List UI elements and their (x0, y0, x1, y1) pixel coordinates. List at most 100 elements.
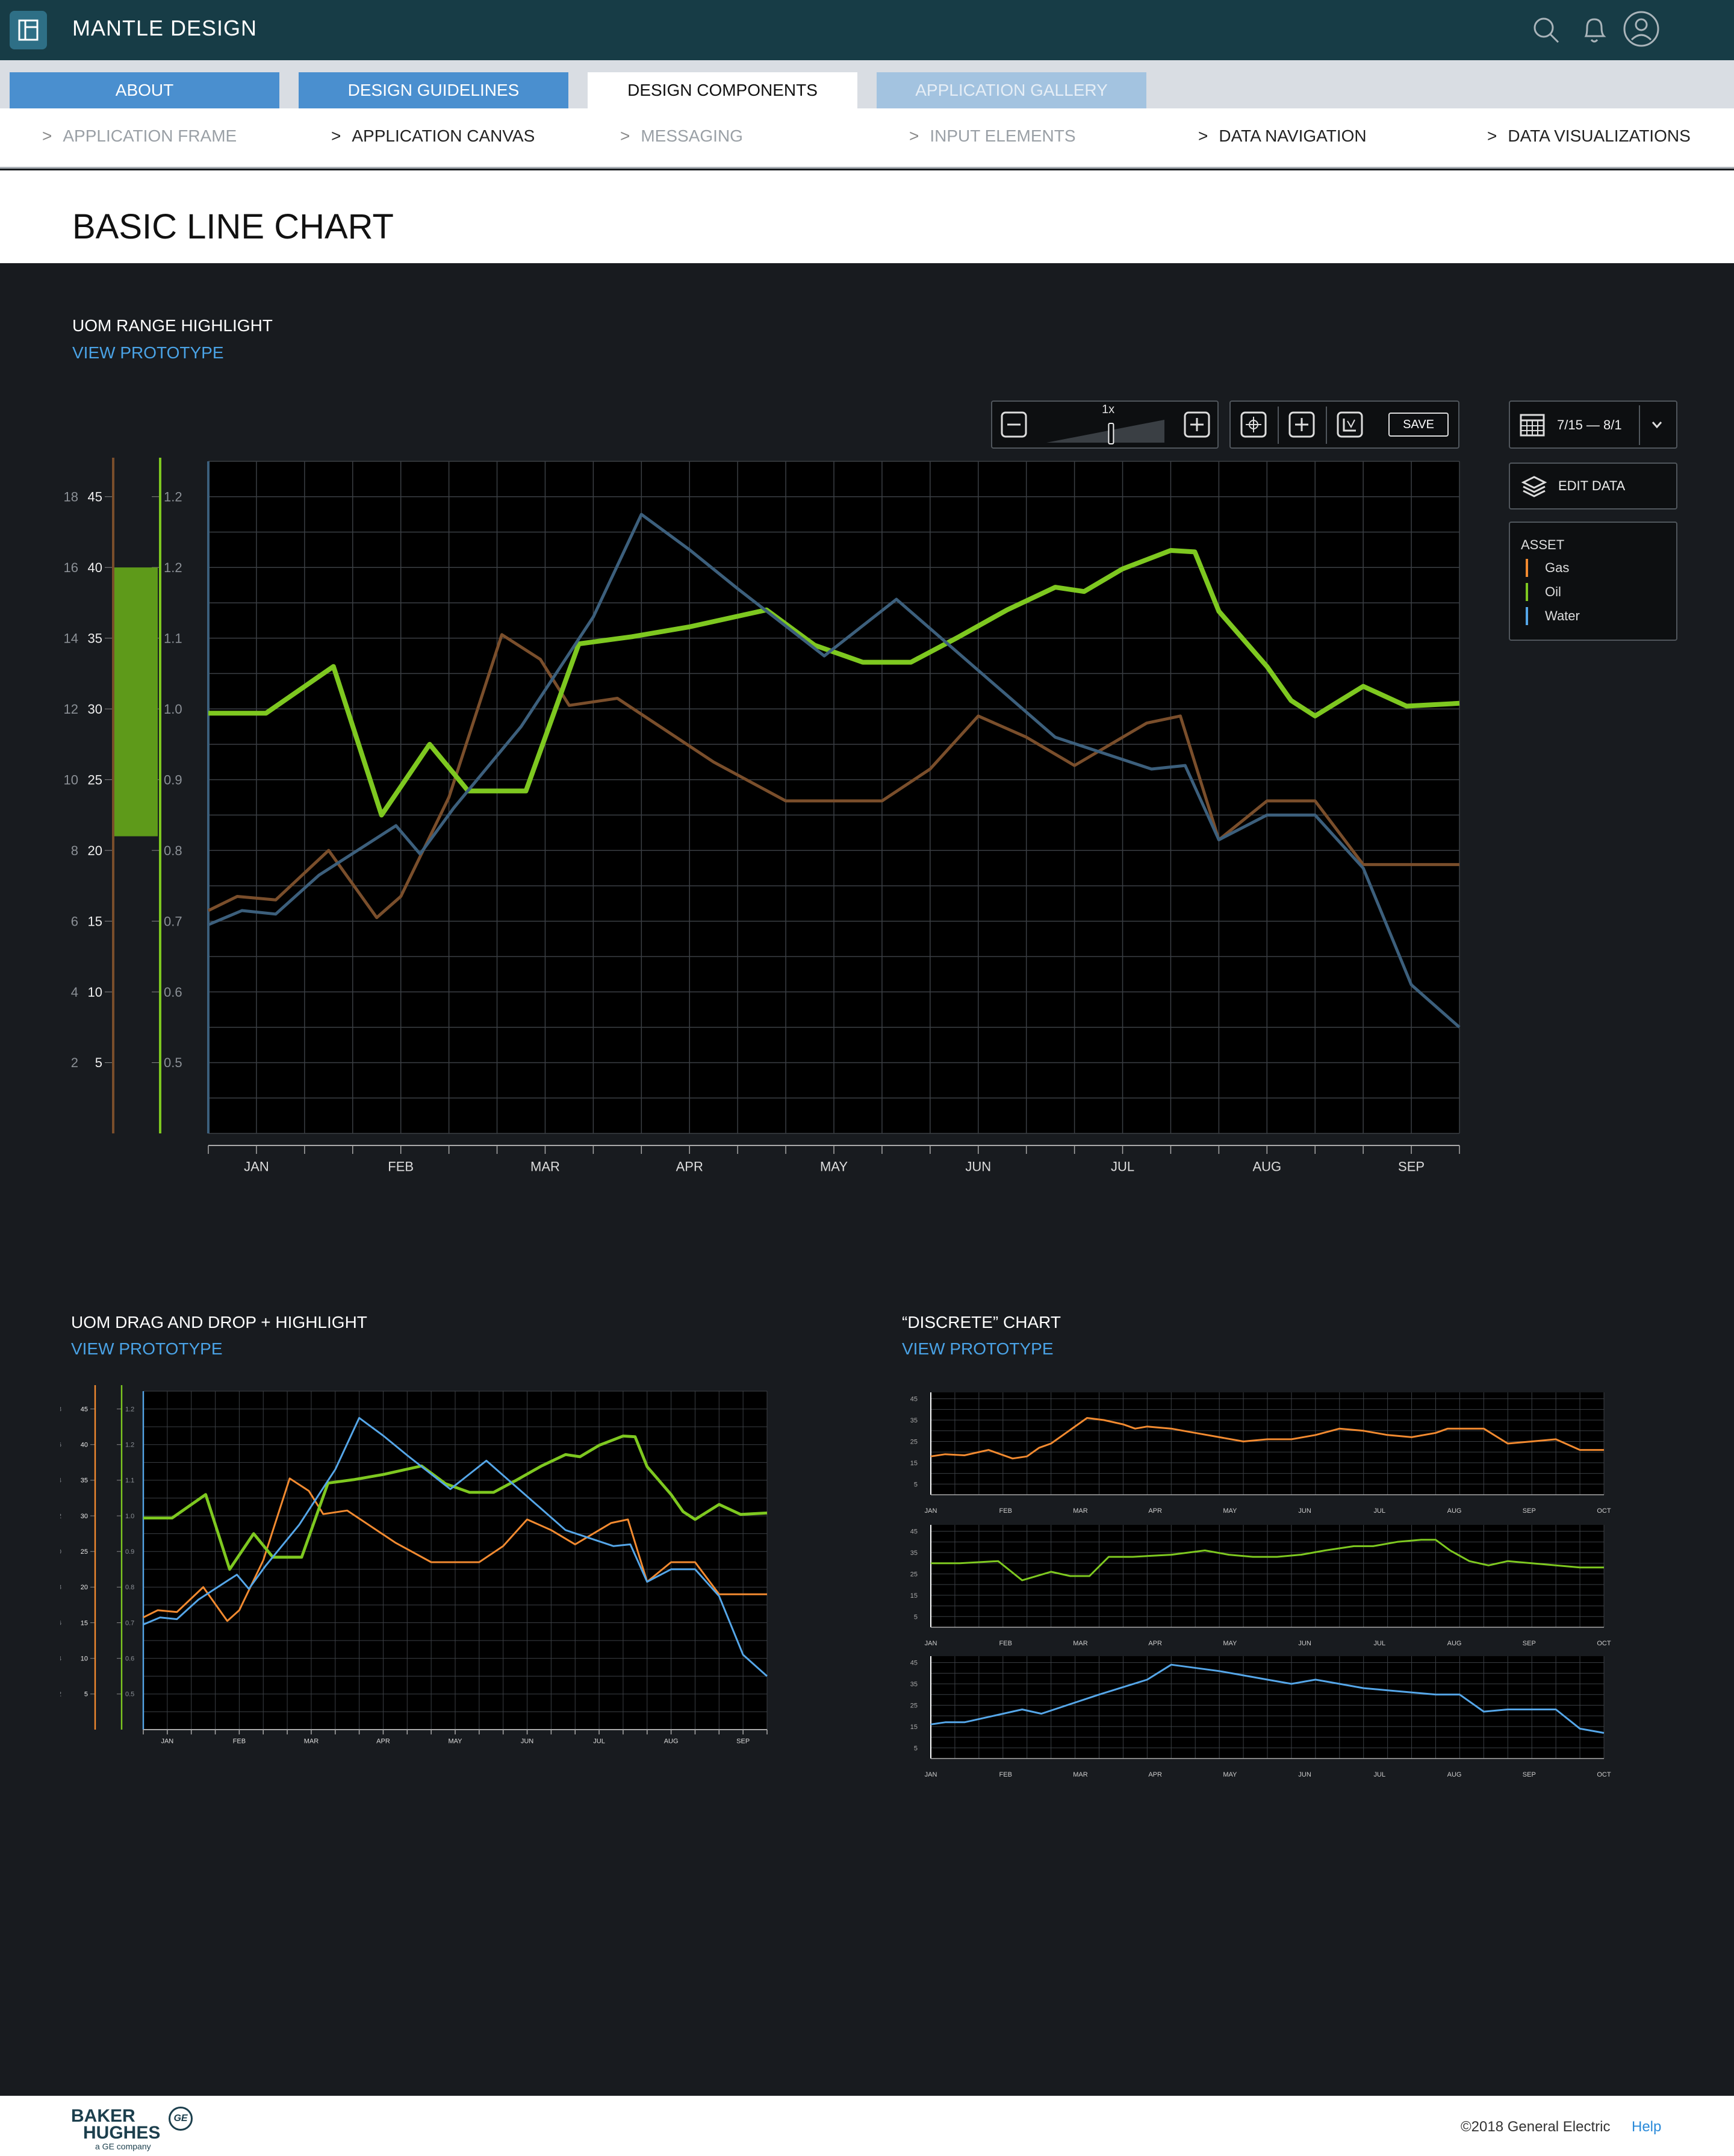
legend-swatch-oil (1526, 583, 1528, 601)
subnav-data-visualizations[interactable]: > DATA VISUALIZATIONS (1487, 126, 1691, 146)
x-tick-label: FEB (388, 1159, 414, 1174)
y-tick-label: 5 (84, 1691, 88, 1698)
chevron-right-icon: > (909, 126, 919, 145)
zoom-out-button[interactable] (1001, 411, 1027, 441)
y-tick-label: 8 (71, 843, 78, 858)
legend-label-water[interactable]: Water (1545, 608, 1580, 624)
subnav-data-navigation[interactable]: > DATA NAVIGATION (1198, 126, 1367, 146)
y-tick-label: 2 (60, 1691, 61, 1698)
x-tick-label: JUN (1298, 1640, 1311, 1647)
y-tick-label: 1.2 (164, 489, 182, 504)
x-tick-label: AUG (1447, 1771, 1462, 1778)
section-title-uom-range: UOM RANGE HIGHLIGHT (72, 316, 273, 335)
legend-label-gas[interactable]: Gas (1545, 560, 1569, 576)
add-series-icon[interactable] (1288, 411, 1315, 441)
edit-data-label: EDIT DATA (1558, 478, 1626, 493)
logo-line-1: BAKER (71, 2106, 135, 2126)
x-tick-label: OCT (1597, 1640, 1611, 1647)
view-prototype-link[interactable]: VIEW PROTOTYPE (72, 343, 224, 363)
tab-about[interactable]: ABOUT (10, 72, 279, 108)
app-menu-icon[interactable] (10, 11, 47, 49)
subnav-application-canvas[interactable]: > APPLICATION CANVAS (331, 126, 535, 146)
y-tick-label: 1.2 (125, 1442, 134, 1449)
layers-icon (1521, 475, 1547, 502)
x-tick-label: OCT (1597, 1771, 1611, 1778)
x-tick-label: AUG (664, 1737, 679, 1745)
bell-icon[interactable] (1579, 13, 1610, 50)
subnav-label: APPLICATION FRAME (63, 126, 237, 145)
subnav-application-frame[interactable]: > APPLICATION FRAME (42, 126, 237, 146)
x-tick-label: MAR (1073, 1771, 1088, 1778)
help-link[interactable]: Help (1632, 2119, 1661, 2136)
x-tick-label: JUL (1374, 1640, 1386, 1647)
zoom-control: 1x (991, 400, 1219, 449)
uom-drag-line-chart[interactable]: 18 16 14 12 10 8 6 4 2 45 40 35 30 25 20 15 10 5 1.2 1.2 1.1… (60, 1385, 783, 1771)
main-tab-bar: ABOUT DESIGN GUIDELINES DESIGN COMPONENT… (0, 60, 1734, 108)
y-tick-label: 1.2 (125, 1406, 134, 1413)
y-tick-label: 10 (64, 772, 78, 787)
y-tick-label: 0.6 (164, 985, 182, 1000)
view-prototype-link[interactable]: VIEW PROTOTYPE (902, 1339, 1054, 1359)
chevron-down-icon[interactable] (1650, 417, 1664, 435)
x-tick-label: JUL (1374, 1771, 1386, 1778)
y-tick-label: 25 (910, 1702, 918, 1709)
user-avatar-icon[interactable] (1622, 10, 1661, 51)
ge-logo: GE (169, 2107, 193, 2131)
x-tick-label: MAR (304, 1737, 319, 1745)
page-header: BASIC LINE CHART (0, 170, 1734, 263)
uom-range-line-chart[interactable]: 18 16 14 12 10 8 6 4 2 45 40 35 30 25 20 15 10 5 1.2 1.2 1.1… (60, 458, 1469, 1192)
tab-design-components[interactable]: DESIGN COMPONENTS (588, 72, 857, 108)
x-tick-label: JAN (925, 1771, 937, 1778)
y-tick-label: 1.1 (125, 1477, 134, 1485)
y-tick-label: 18 (64, 489, 78, 504)
calendar-icon (1520, 413, 1546, 440)
axis-toggle-icon[interactable] (1337, 411, 1363, 441)
zoom-slider[interactable] (1046, 417, 1167, 448)
x-tick-label: MAR (1073, 1640, 1088, 1647)
x-tick-label: SEP (736, 1737, 750, 1745)
subnav-label: DATA NAVIGATION (1219, 126, 1367, 145)
y-tick-label: 0.7 (164, 914, 182, 929)
y-tick-label: 0.8 (164, 843, 182, 858)
x-tick-label: MAR (1073, 1507, 1088, 1515)
x-tick-label: JUN (521, 1737, 533, 1745)
edit-data-button[interactable]: EDIT DATA (1509, 463, 1677, 509)
x-tick-label: AUG (1447, 1640, 1462, 1647)
page-title: BASIC LINE CHART (72, 207, 394, 246)
y-tick-label: 15 (910, 1724, 918, 1731)
y-tick-label: 5 (914, 1481, 918, 1488)
x-tick-label: SEP (1523, 1640, 1536, 1647)
crosshair-icon[interactable] (1240, 411, 1267, 441)
legend-label-oil[interactable]: Oil (1545, 584, 1561, 600)
footer: BAKER HUGHES a GE company GE ©2018 Gener… (0, 2096, 1734, 2156)
y-tick-label: 6 (60, 1619, 61, 1627)
subnav-messaging[interactable]: > MESSAGING (620, 126, 743, 146)
y-tick-label: 0.8 (125, 1584, 134, 1591)
search-icon[interactable] (1530, 14, 1562, 49)
x-tick-label: MAY (820, 1159, 848, 1174)
view-prototype-link[interactable]: VIEW PROTOTYPE (71, 1339, 223, 1359)
subnav-input-elements[interactable]: > INPUT ELEMENTS (909, 126, 1076, 146)
y-tick-label: 5 (914, 1613, 918, 1621)
chevron-right-icon: > (331, 126, 341, 145)
zoom-in-button[interactable] (1184, 411, 1210, 441)
y-tick-label: 25 (81, 1548, 88, 1556)
y-tick-label: 0.5 (125, 1691, 134, 1698)
x-tick-label: AUG (1447, 1507, 1462, 1515)
x-tick-label: FEB (999, 1507, 1012, 1515)
discrete-line-chart[interactable]: 45 35 25 15 5 JAN FEB MAR APR MAY JUN JUL AUG SEP OCT 4… (891, 1385, 1614, 1795)
x-tick-label: JAN (161, 1737, 173, 1745)
y-tick-label: 45 (81, 1406, 88, 1413)
x-tick-label: MAY (1223, 1507, 1237, 1515)
tab-design-guidelines[interactable]: DESIGN GUIDELINES (299, 72, 568, 108)
save-button[interactable]: SAVE (1388, 413, 1449, 437)
sub-navigation: > APPLICATION FRAME > APPLICATION CANVAS >… (0, 108, 1734, 169)
y-tick-label: 1.0 (164, 702, 182, 717)
x-tick-label: SEP (1523, 1507, 1536, 1515)
y-tick-label: 4 (71, 985, 78, 1000)
subnav-label: APPLICATION CANVAS (352, 126, 535, 145)
y-tick-label: 14 (64, 631, 78, 646)
x-tick-label: MAY (1223, 1640, 1237, 1647)
date-range-picker[interactable]: 7/15 — 8/1 (1509, 400, 1677, 449)
tab-application-gallery[interactable]: APPLICATION GALLERY (877, 72, 1146, 108)
